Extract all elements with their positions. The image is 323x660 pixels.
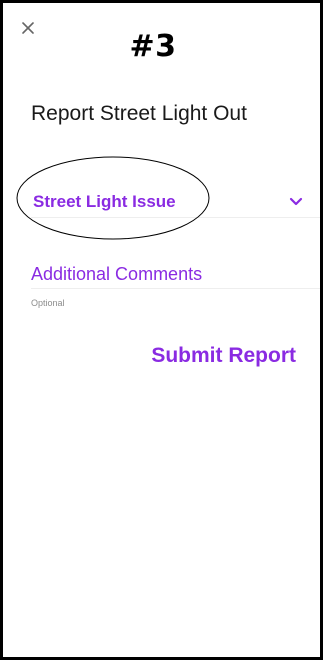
step-label: #3: [129, 29, 177, 64]
street-light-issue-dropdown[interactable]: Street Light Issue: [31, 181, 320, 218]
additional-comments-label: Additional Comments: [31, 264, 203, 284]
chevron-down-icon: [289, 197, 303, 207]
page-title: Report Street Light Out: [31, 102, 247, 125]
optional-helper-text: Optional: [31, 298, 65, 308]
submit-report-button[interactable]: Submit Report: [151, 344, 296, 368]
additional-comments-field[interactable]: Additional Comments: [31, 256, 320, 289]
dropdown-selected-value: Street Light Issue: [33, 192, 176, 211]
app-frame: #3 Report Street Light Out Street Light …: [0, 0, 323, 660]
